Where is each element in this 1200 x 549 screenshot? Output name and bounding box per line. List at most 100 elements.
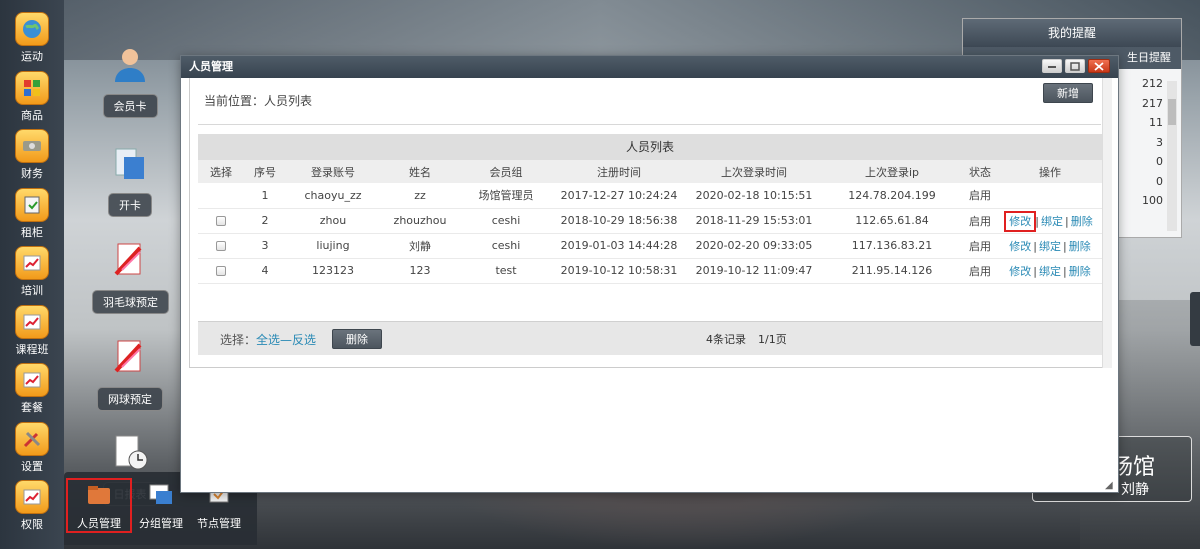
- select-all-link[interactable]: 全选: [256, 333, 280, 347]
- taskbar-item-0[interactable]: 人员管理: [66, 478, 132, 533]
- dock-item-7[interactable]: 设置: [0, 412, 64, 473]
- last-login-time: 2020-02-20 09:33:05: [686, 233, 822, 259]
- tools-icon: [15, 421, 49, 456]
- user-name: zhouzhou: [380, 208, 460, 234]
- row-checkbox[interactable]: [216, 266, 226, 276]
- column-header: 姓名: [380, 160, 460, 183]
- status: 启用: [962, 208, 998, 234]
- maximize-button[interactable]: [1065, 59, 1085, 73]
- edit-link[interactable]: 修改: [1004, 210, 1037, 232]
- select-cell: [198, 208, 244, 234]
- column-header: 上次登录时间: [686, 160, 822, 183]
- dock-item-1[interactable]: 商品: [0, 61, 64, 122]
- operations-cell: [998, 183, 1102, 209]
- desktop-shortcut-label: 开卡: [108, 193, 152, 217]
- last-login-ip: 124.78.204.199: [822, 183, 962, 209]
- select-label: 选择：: [220, 333, 257, 347]
- desktop-shortcut-label: 会员卡: [102, 94, 158, 118]
- login-account: 123123: [286, 258, 380, 284]
- reminder-count: 3: [1156, 135, 1163, 149]
- selection-controls: 选择：全选—反选: [220, 331, 316, 348]
- edit-link[interactable]: 修改: [1009, 265, 1031, 278]
- divider: [198, 124, 1101, 125]
- booking-icon: [110, 337, 150, 377]
- group-icon: [149, 484, 172, 504]
- column-header: 选择: [198, 160, 244, 183]
- money-icon: [15, 129, 49, 163]
- card-icon: [110, 143, 150, 183]
- desktop-shortcut-0[interactable]: 会员卡: [92, 44, 168, 118]
- invert-selection-link[interactable]: 反选: [292, 333, 316, 347]
- row-checkbox[interactable]: [216, 216, 226, 226]
- add-button[interactable]: 新增: [1043, 83, 1093, 103]
- login-account: chaoyu_zz: [286, 183, 380, 209]
- dock-item-label: 权限: [21, 518, 43, 531]
- table-row: 3 liujing 刘静 ceshi 2019-01-03 14:44:28 2020-0…: [198, 233, 1102, 259]
- login-account: zhou: [286, 208, 380, 234]
- row-checkbox[interactable]: [216, 241, 226, 251]
- delete-link[interactable]: 删除: [1071, 215, 1093, 228]
- last-login-ip: 117.136.83.21: [822, 233, 962, 259]
- resize-grip-icon[interactable]: ◢: [1105, 480, 1115, 491]
- reminder-count: 100: [1142, 194, 1163, 207]
- reminder-title: 我的提醒: [963, 19, 1181, 47]
- table-title: 人员列表: [198, 134, 1102, 160]
- page-indicator: 1/1页: [758, 333, 787, 346]
- dock-item-6[interactable]: 套餐: [0, 353, 64, 414]
- delete-link[interactable]: 删除: [1069, 240, 1091, 253]
- reminder-count: 212: [1142, 77, 1163, 90]
- delete-link[interactable]: 删除: [1069, 265, 1091, 278]
- globe-icon: [15, 12, 49, 46]
- column-header: 登录账号: [286, 160, 380, 183]
- row-index: 4: [244, 258, 286, 284]
- desktop-shortcut-3[interactable]: 网球预定: [92, 337, 168, 411]
- taskbar-item-label: 节点管理: [197, 517, 241, 530]
- chart-icon: [15, 480, 49, 514]
- last-login-ip: 112.65.61.84: [822, 208, 962, 234]
- bind-link[interactable]: 绑定: [1041, 215, 1063, 228]
- reminder-count: 11: [1149, 116, 1163, 129]
- side-panel-handle[interactable]: [1190, 292, 1200, 346]
- dock-item-2[interactable]: 财务: [0, 119, 64, 180]
- reminder-count: 217: [1142, 96, 1163, 110]
- taskbar-item-label: 分组管理: [139, 517, 183, 530]
- desktop-shortcut-1[interactable]: 开卡: [92, 143, 168, 217]
- table-header-row: 选择 序号 登录账号 姓名 会员组 注册时间 上次登录时间 上次登录ip 状态 操作: [198, 160, 1102, 183]
- select-cell: [198, 233, 244, 259]
- maximize-icon: [1070, 61, 1080, 71]
- column-header: 状态: [962, 160, 998, 183]
- window-scrollbar[interactable]: [1102, 78, 1112, 368]
- separator: |: [1065, 214, 1069, 228]
- close-icon: [1094, 61, 1104, 71]
- dock-item-3[interactable]: 租柜: [0, 178, 64, 239]
- breadcrumb: 当前位置：人员列表: [204, 94, 313, 108]
- report-icon: [110, 432, 150, 472]
- window-title[interactable]: 人员管理: [181, 56, 1118, 78]
- delete-selected-button[interactable]: 删除: [332, 329, 382, 349]
- desktop-shortcut-label: 羽毛球预定: [92, 290, 169, 314]
- chart-icon: [15, 246, 49, 280]
- member-group: 场馆管理员: [460, 183, 552, 209]
- last-login-time: 2019-10-12 11:09:47: [686, 258, 822, 284]
- close-button[interactable]: [1088, 59, 1110, 73]
- minimize-button[interactable]: [1042, 59, 1062, 73]
- left-dock: 运动 商品 财务 租柜 培训 课程班 套餐 设置权限: [0, 0, 64, 549]
- separator: |: [1063, 264, 1067, 278]
- bind-link[interactable]: 绑定: [1039, 240, 1061, 253]
- dock-item-5[interactable]: 课程班: [0, 295, 64, 356]
- dock-item-8[interactable]: 权限: [0, 470, 64, 531]
- select-cell: [198, 183, 244, 209]
- bind-link[interactable]: 绑定: [1039, 265, 1061, 278]
- chart-icon: [15, 304, 49, 339]
- edit-link[interactable]: 修改: [1009, 240, 1031, 253]
- table-row: 1 chaoyu_zz zz 场馆管理员 2017-12-27 10:24:24 2020…: [198, 183, 1102, 209]
- reminder-scrollbar[interactable]: [1167, 81, 1177, 231]
- locker-icon: [15, 187, 49, 222]
- minimize-icon: [1048, 66, 1056, 68]
- desktop-shortcut-2[interactable]: 羽毛球预定: [92, 240, 169, 314]
- reminder-scroll-thumb[interactable]: [1168, 99, 1176, 125]
- dock-item-0[interactable]: 运动: [0, 2, 64, 63]
- shop-icon: [15, 70, 49, 105]
- dock-item-4[interactable]: 培训: [0, 236, 64, 297]
- status: 启用: [962, 183, 998, 209]
